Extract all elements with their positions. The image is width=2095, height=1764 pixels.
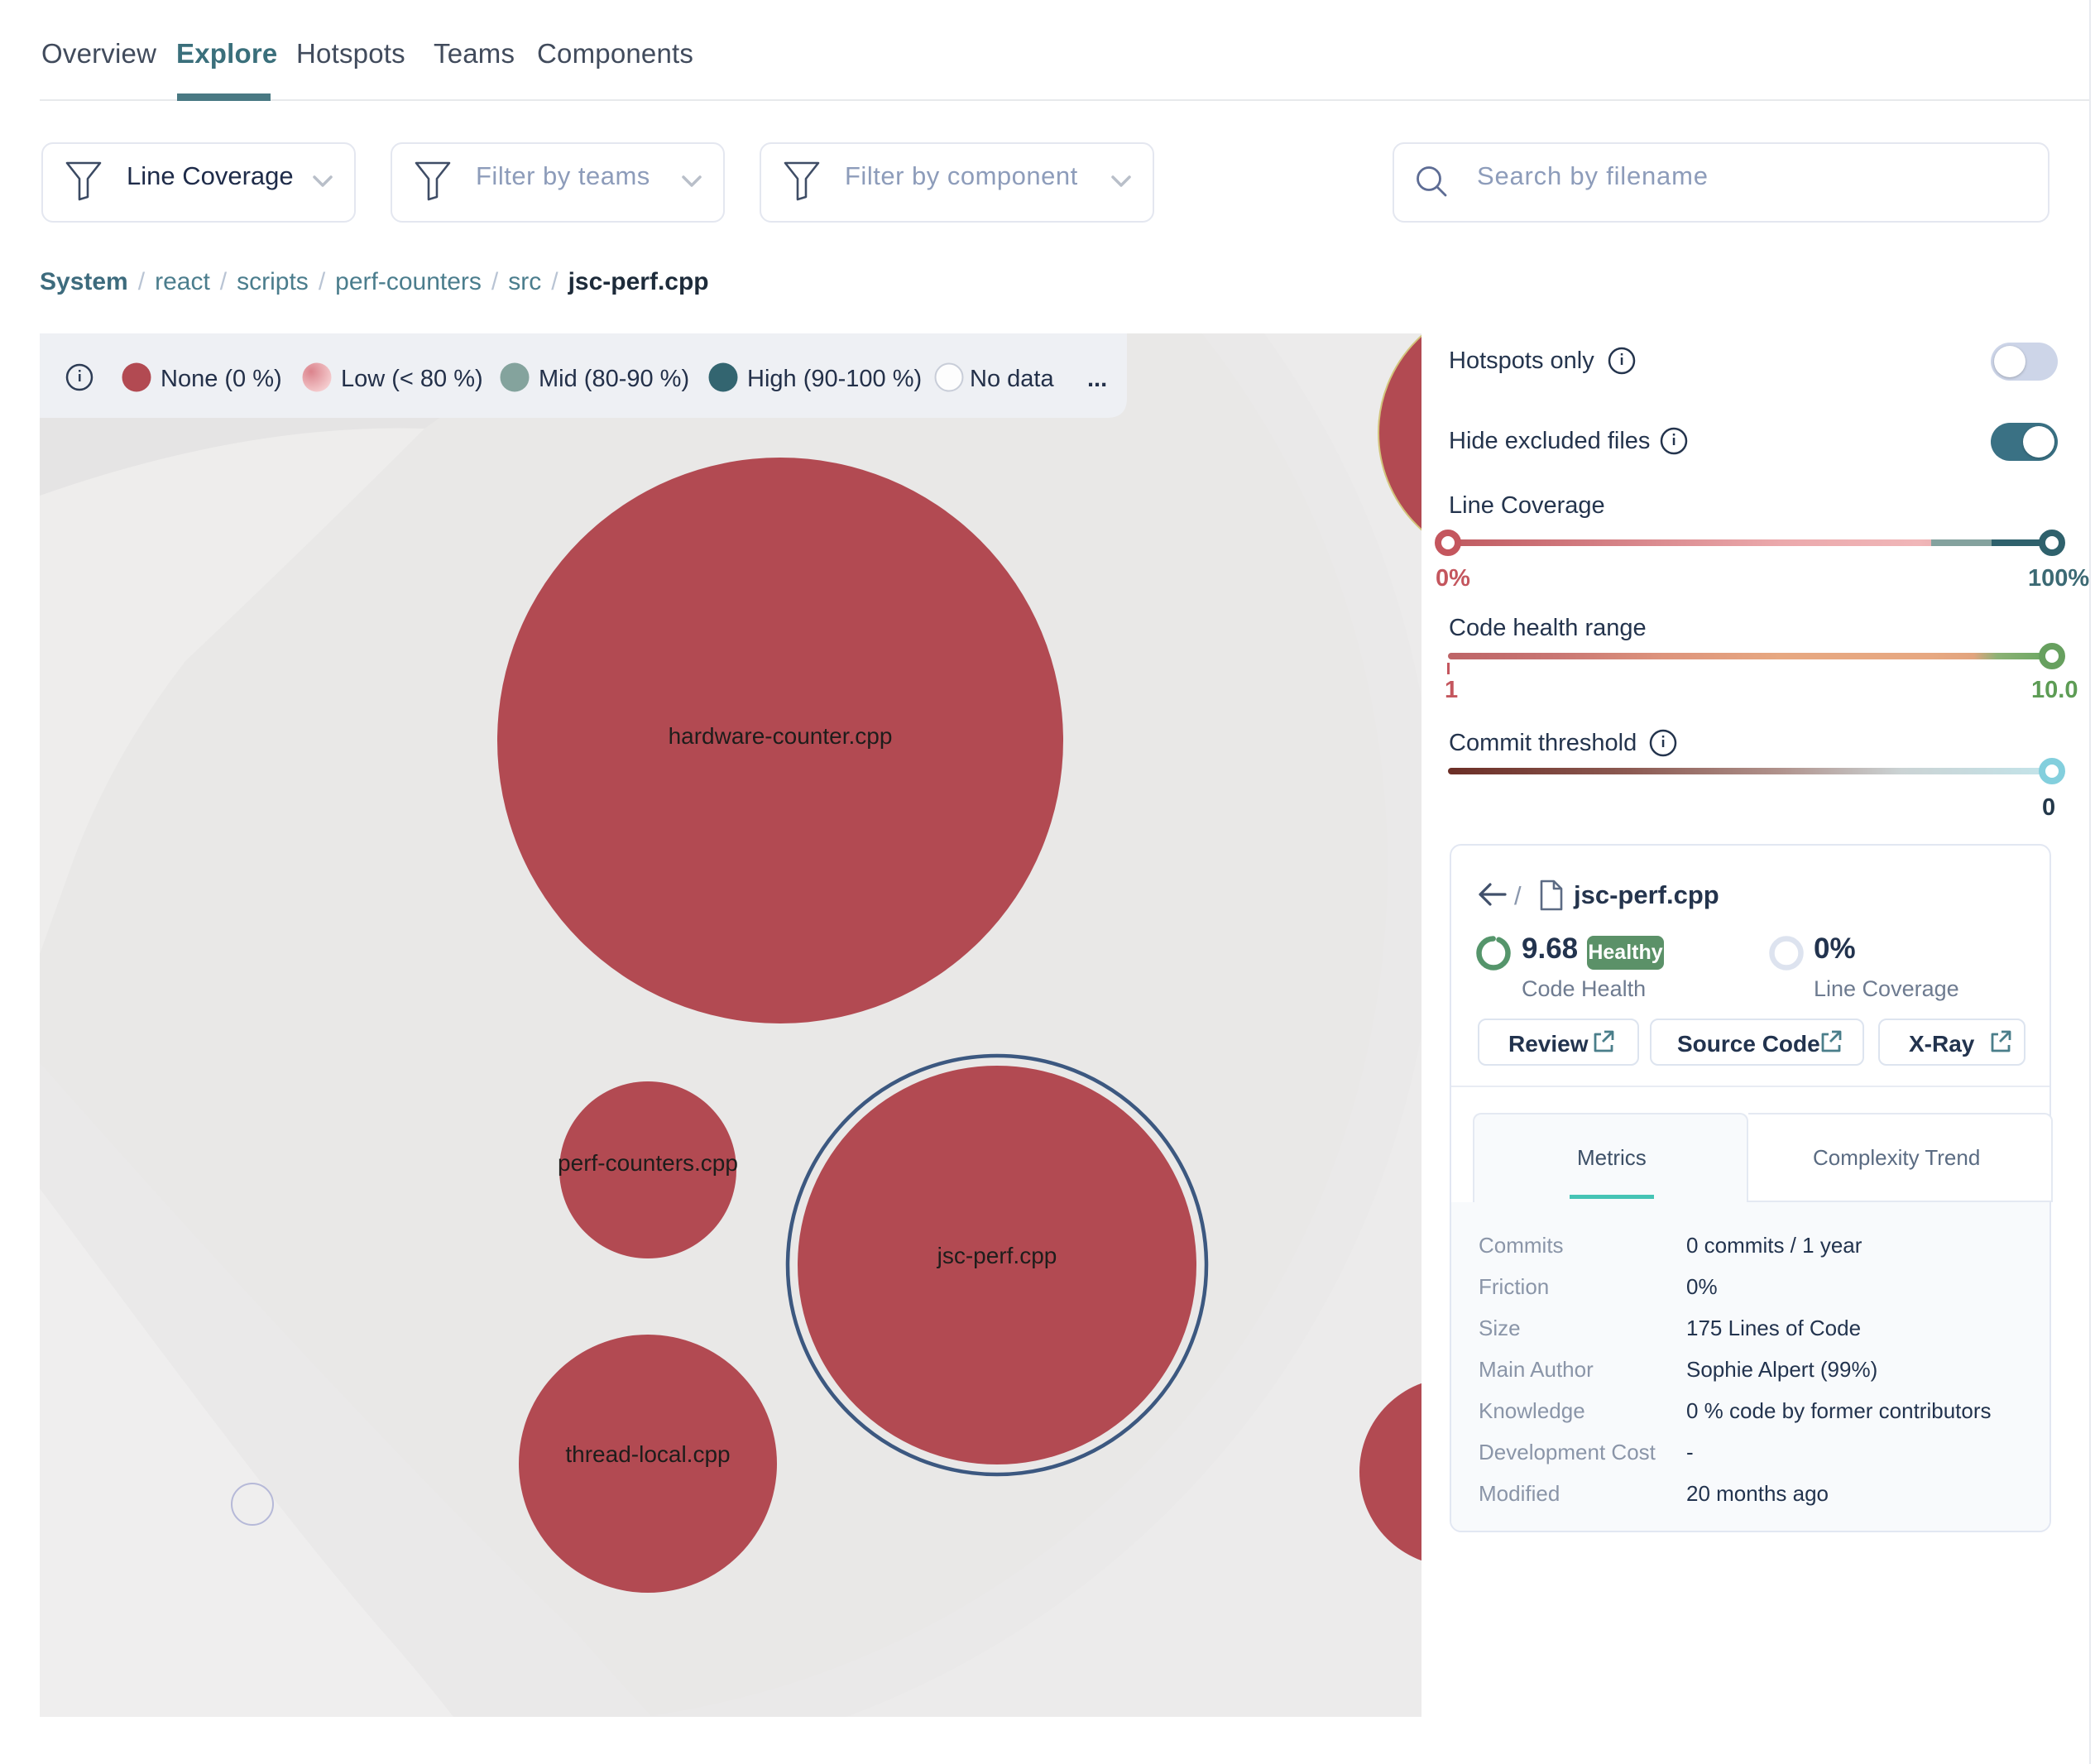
svg-text:hardware-counter.cpp: hardware-counter.cpp bbox=[669, 723, 893, 749]
svg-text:None (0 %): None (0 %) bbox=[161, 366, 282, 392]
svg-text:No data: No data bbox=[970, 366, 1054, 392]
svg-text:thread-local.cpp: thread-local.cpp bbox=[565, 1441, 730, 1467]
svg-text:jsc-perf.cpp: jsc-perf.cpp bbox=[937, 1243, 1057, 1268]
svg-text:High (90-100 %): High (90-100 %) bbox=[747, 366, 922, 392]
svg-text:Low (< 80 %): Low (< 80 %) bbox=[341, 366, 483, 392]
svg-text:...: ... bbox=[1087, 366, 1107, 392]
svg-text:perf-counters.cpp: perf-counters.cpp bbox=[558, 1150, 738, 1176]
svg-text:Mid (80-90 %): Mid (80-90 %) bbox=[539, 366, 689, 392]
